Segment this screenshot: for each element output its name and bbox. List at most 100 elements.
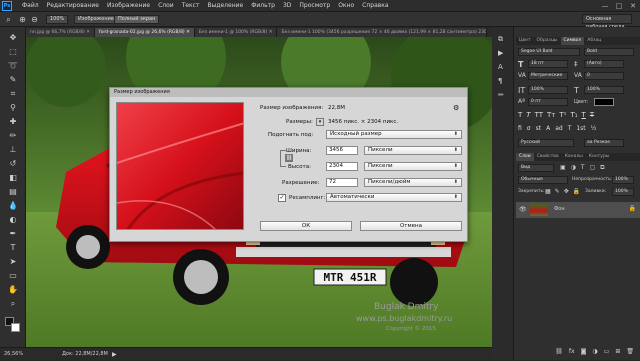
history-brush-icon[interactable]: ↺ bbox=[8, 159, 18, 169]
brush-tool-icon[interactable]: ✏ bbox=[8, 131, 18, 141]
link-layers-icon[interactable]: ⛓ bbox=[555, 348, 563, 358]
zoom-tool-box-icon[interactable]: ⌕ bbox=[8, 299, 18, 309]
strikethrough-toggle[interactable]: T bbox=[590, 111, 594, 121]
italic-toggle[interactable]: T bbox=[526, 111, 530, 121]
menu-type[interactable]: Текст bbox=[178, 0, 204, 12]
lock-position-icon[interactable]: ✥ bbox=[564, 188, 569, 195]
cancel-button[interactable]: Отмена bbox=[360, 221, 462, 231]
menu-view[interactable]: Просмотр bbox=[295, 0, 334, 12]
zoom-out-icon[interactable]: ⊖ bbox=[30, 15, 39, 24]
text-color-swatch[interactable] bbox=[594, 98, 614, 106]
baseline-field[interactable]: 0 пт bbox=[528, 98, 568, 106]
zoom-level[interactable]: 26,56% bbox=[4, 348, 23, 361]
move-tool-icon[interactable]: ✥ bbox=[8, 33, 18, 43]
bold-toggle[interactable]: T bbox=[518, 111, 522, 121]
fractions-toggle[interactable]: T bbox=[568, 125, 572, 135]
tab-document-4[interactable]: Без имени-1 100% (3456 разрешение 72 × 4… bbox=[277, 28, 488, 37]
history-panel-icon[interactable]: ⧉ bbox=[498, 35, 503, 44]
brush-panel-icon[interactable]: ✏ bbox=[498, 91, 504, 99]
fit-to-select[interactable]: Исходный размер ⬍ bbox=[326, 130, 462, 139]
height-input[interactable]: 2304 bbox=[326, 162, 358, 171]
oldstyle-toggle[interactable]: 1st bbox=[576, 125, 585, 135]
resample-select[interactable]: Автоматически ⬍ bbox=[326, 193, 462, 202]
resolution-unit-select[interactable]: Пиксели/дюйм ⬍ bbox=[364, 178, 462, 187]
half-toggle[interactable]: ½ bbox=[591, 125, 597, 135]
tab-properties[interactable]: Свойства bbox=[534, 153, 562, 161]
layer-style-icon[interactable]: fx bbox=[569, 348, 575, 358]
tab-paths[interactable]: Контуры bbox=[586, 153, 613, 161]
background-color-swatch[interactable] bbox=[11, 323, 20, 332]
visibility-eye-icon[interactable]: 👁 bbox=[519, 206, 527, 213]
tab-character[interactable]: Символ bbox=[560, 37, 585, 45]
language-select[interactable]: Русский bbox=[518, 139, 574, 147]
menu-select[interactable]: Выделение bbox=[203, 0, 247, 12]
zoom-100-button[interactable]: 100% bbox=[46, 15, 69, 24]
menu-filter[interactable]: Фильтр bbox=[247, 0, 279, 12]
blur-tool-icon[interactable]: 💧 bbox=[8, 201, 18, 211]
eyedropper-tool-icon[interactable]: ⚲ bbox=[8, 103, 18, 113]
menu-file[interactable]: Файл bbox=[18, 0, 43, 12]
actions-panel-icon[interactable]: ▶ bbox=[498, 49, 503, 57]
adjustment-layer-icon[interactable]: ◑ bbox=[592, 348, 597, 358]
new-layer-icon[interactable]: ⊞ bbox=[615, 348, 620, 358]
fill-screen-button[interactable]: Полный экран bbox=[114, 15, 160, 24]
pixel-filter-icon[interactable]: ▣ bbox=[560, 164, 566, 172]
hand-tool-icon[interactable]: ✋ bbox=[8, 285, 18, 295]
opacity-field[interactable]: 100% bbox=[612, 176, 634, 184]
character-panel-icon[interactable]: A bbox=[498, 63, 503, 71]
layer-kind-filter[interactable]: Вид bbox=[518, 164, 554, 172]
lasso-tool-icon[interactable]: ➰ bbox=[8, 61, 18, 71]
menu-layers[interactable]: Слои bbox=[154, 0, 178, 12]
gradient-tool-icon[interactable]: ▤ bbox=[8, 187, 18, 197]
path-select-tool-icon[interactable]: ➤ bbox=[8, 257, 18, 267]
tab-document-3[interactable]: Без имени-1 @ 100% (RGB/8) ✕ bbox=[194, 28, 278, 37]
smart-object-filter-icon[interactable]: ⧉ bbox=[600, 164, 604, 172]
menu-edit[interactable]: Редактирование bbox=[43, 0, 103, 12]
ligatures-toggle[interactable]: fi bbox=[518, 125, 522, 135]
resample-checkbox[interactable]: ✓ bbox=[278, 194, 286, 202]
delete-layer-icon[interactable]: 🗑 bbox=[626, 348, 634, 358]
font-style-select[interactable]: Bold bbox=[584, 48, 634, 56]
dialog-preview[interactable] bbox=[116, 102, 244, 230]
discretionary-toggle[interactable]: σ bbox=[527, 125, 531, 135]
width-unit-select[interactable]: Пиксели ⬍ bbox=[364, 146, 462, 155]
tab-color[interactable]: Цвет bbox=[516, 37, 534, 45]
underline-toggle[interactable]: T bbox=[582, 111, 586, 121]
menu-3d[interactable]: 3D bbox=[279, 0, 295, 12]
antialias-select[interactable]: aa Резкое bbox=[584, 139, 624, 147]
swash-toggle[interactable]: st bbox=[536, 125, 541, 135]
zoom-tool-icon[interactable]: ⌕ bbox=[4, 15, 13, 24]
fill-field[interactable]: 100% bbox=[612, 188, 634, 196]
horizontal-scale-field[interactable]: 100% bbox=[584, 86, 624, 94]
constrain-link-icon[interactable]: ⛓ bbox=[285, 154, 293, 162]
layer-mask-icon[interactable]: ◙ bbox=[581, 348, 587, 358]
shape-filter-icon[interactable]: ▢ bbox=[590, 164, 596, 172]
font-size-field[interactable]: 18 пт bbox=[528, 60, 568, 68]
lock-all-icon[interactable]: 🔒 bbox=[573, 188, 580, 195]
fit-screen-button[interactable]: Изображение bbox=[74, 15, 118, 24]
marquee-tool-icon[interactable]: ⬚ bbox=[8, 47, 18, 57]
superscript-toggle[interactable]: T¹ bbox=[559, 111, 566, 121]
workspace-select[interactable]: Основная рабочая среда bbox=[582, 14, 632, 30]
dodge-tool-icon[interactable]: ◐ bbox=[8, 215, 18, 225]
height-unit-select[interactable]: Пиксели ⬍ bbox=[364, 162, 462, 171]
menu-image[interactable]: Изображение bbox=[103, 0, 154, 12]
healing-tool-icon[interactable]: ✚ bbox=[8, 117, 18, 127]
minimize-button[interactable]: — bbox=[598, 0, 612, 12]
tab-document-active[interactable]: ford-granada-02.jpg @ 26,6% (RGB/8) ✕ bbox=[94, 28, 195, 37]
eraser-tool-icon[interactable]: ◧ bbox=[8, 173, 18, 183]
tab-swatches[interactable]: Образцы bbox=[534, 37, 561, 45]
tab-layers[interactable]: Слои bbox=[516, 153, 534, 161]
new-group-icon[interactable]: ▭ bbox=[604, 348, 610, 358]
menu-window[interactable]: Окно bbox=[334, 0, 358, 12]
zoom-in-icon[interactable]: ⊕ bbox=[18, 15, 27, 24]
pen-tool-icon[interactable]: ✒ bbox=[8, 229, 18, 239]
stamp-tool-icon[interactable]: ⊥ bbox=[8, 145, 18, 155]
close-button[interactable]: ✕ bbox=[626, 0, 640, 12]
vertical-scale-field[interactable]: 100% bbox=[528, 86, 568, 94]
kerning-select[interactable]: Метрические bbox=[528, 72, 568, 80]
status-arrow-icon[interactable]: ▶ bbox=[112, 348, 117, 361]
menu-help[interactable]: Справка bbox=[358, 0, 392, 12]
blend-mode-select[interactable]: Обычные bbox=[518, 176, 568, 184]
subscript-toggle[interactable]: T₁ bbox=[570, 111, 577, 121]
